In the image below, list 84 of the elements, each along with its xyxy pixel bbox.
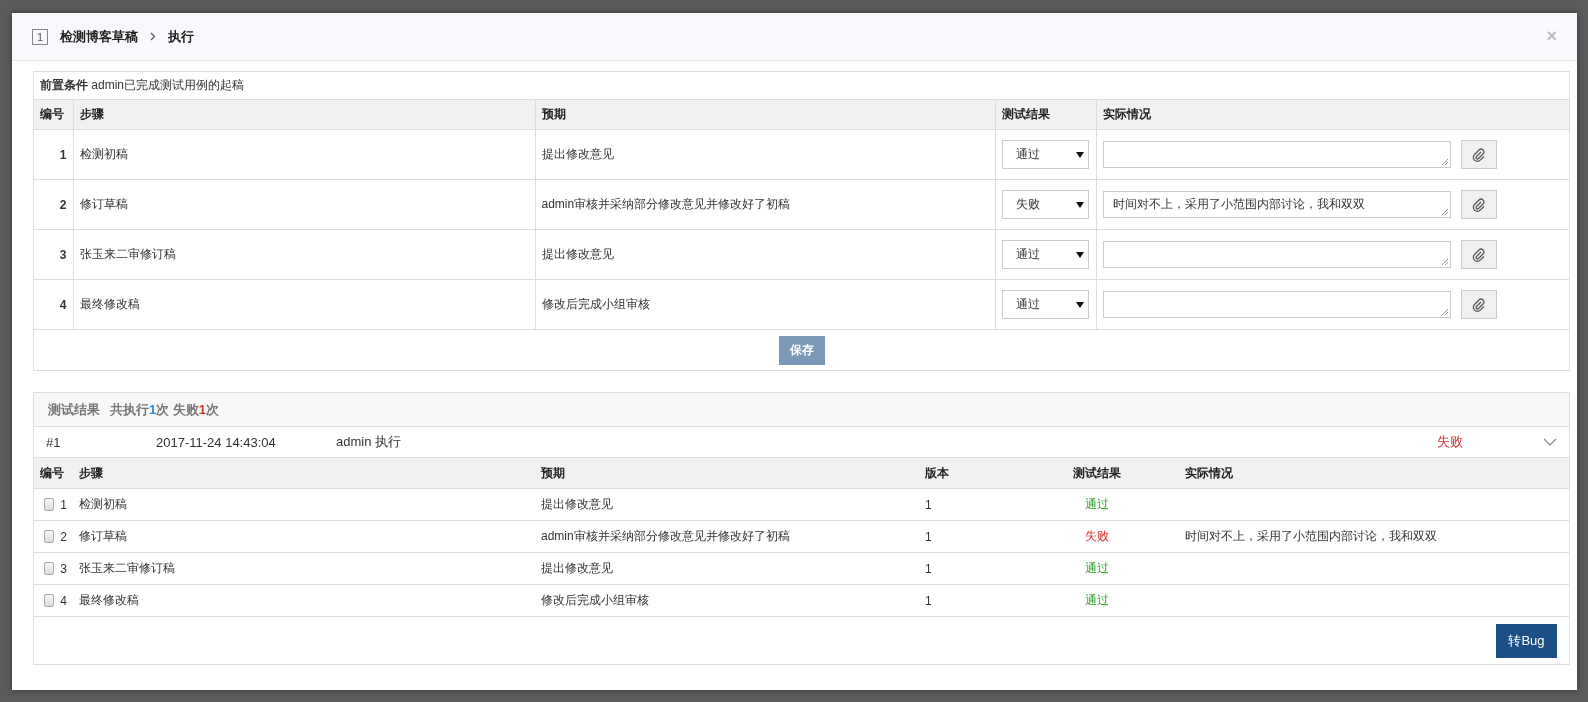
resize-grip-icon bbox=[1440, 258, 1449, 266]
dropdown-triangle-icon bbox=[1075, 151, 1084, 158]
run-number: #1 bbox=[46, 434, 62, 450]
paperclip-icon bbox=[1471, 197, 1486, 212]
step-number: 3 bbox=[60, 561, 67, 576]
expected-cell: admin审核并采纳部分修改意见并修改好了初稿 bbox=[535, 179, 995, 230]
step-number: 3 bbox=[34, 229, 73, 280]
case-id: 1 bbox=[32, 28, 49, 45]
column-header: 测试结果 bbox=[995, 100, 1096, 130]
step-cell: 检测初稿 bbox=[73, 488, 535, 521]
dialog-action: 执行 bbox=[168, 27, 195, 46]
run-time: 2017-11-24 14:43:04 bbox=[156, 434, 277, 450]
result-select[interactable]: 失败 bbox=[1001, 190, 1089, 219]
step-cell: 检测初稿 bbox=[73, 129, 535, 180]
results-summary: 共执行1次 失败1次 bbox=[110, 400, 220, 419]
result-cell: 通过 bbox=[1015, 488, 1179, 521]
step-cell: 张玉来二审修订稿 bbox=[73, 552, 535, 585]
step-number: 2 bbox=[34, 179, 73, 230]
step-cell: 最终修改稿 bbox=[73, 584, 535, 617]
actual-field[interactable] bbox=[1102, 141, 1451, 168]
column-header: 编号 bbox=[34, 458, 73, 489]
actual-field[interactable]: 时间对不上，采用了小范围内部讨论，我和双双 bbox=[1102, 191, 1451, 218]
run-executor: admin 执行 bbox=[336, 433, 402, 451]
step-number: 1 bbox=[34, 129, 73, 180]
attach-button[interactable] bbox=[1460, 140, 1497, 169]
resize-grip-icon bbox=[1440, 158, 1449, 166]
column-header: 预期 bbox=[535, 458, 919, 489]
resize-grip-icon bbox=[1440, 308, 1449, 316]
result-select[interactable]: 通过 bbox=[1001, 290, 1089, 319]
result-cell: 通过 bbox=[1015, 552, 1179, 585]
result-cell: 通过 bbox=[1015, 584, 1179, 617]
expected-cell: admin审核并采纳部分修改意见并修改好了初稿 bbox=[535, 520, 919, 553]
paperclip-icon bbox=[1471, 247, 1486, 262]
expected-cell: 提出修改意见 bbox=[535, 488, 919, 521]
result-cell: 失败 bbox=[1015, 520, 1179, 553]
step-cell: 张玉来二审修订稿 bbox=[73, 229, 535, 280]
row-checkbox[interactable] bbox=[44, 594, 55, 607]
column-header: 编号 bbox=[34, 100, 73, 130]
row-checkbox[interactable] bbox=[44, 530, 55, 543]
result-select[interactable]: 通过 bbox=[1001, 240, 1089, 269]
expected-cell: 提出修改意见 bbox=[535, 552, 919, 585]
row-checkbox[interactable] bbox=[44, 498, 55, 511]
paperclip-icon bbox=[1471, 147, 1486, 162]
dropdown-triangle-icon bbox=[1075, 201, 1084, 208]
to-bug-button[interactable]: 转Bug bbox=[1496, 624, 1557, 658]
version-cell: 1 bbox=[919, 584, 1015, 617]
actual-field[interactable] bbox=[1102, 291, 1451, 318]
column-header: 测试结果 bbox=[1015, 458, 1179, 489]
step-cell: 最终修改稿 bbox=[73, 279, 535, 330]
column-header: 版本 bbox=[919, 458, 1015, 489]
column-header: 实际情况 bbox=[1179, 458, 1569, 489]
attach-button[interactable] bbox=[1460, 240, 1497, 269]
result-select[interactable]: 通过 bbox=[1001, 140, 1089, 169]
column-header: 步骤 bbox=[73, 458, 535, 489]
column-header: 步骤 bbox=[73, 100, 535, 130]
version-cell: 1 bbox=[919, 488, 1015, 521]
actual-field[interactable] bbox=[1102, 241, 1451, 268]
attach-button[interactable] bbox=[1460, 190, 1497, 219]
run-result: 失败 bbox=[1437, 433, 1463, 451]
step-number: 2 bbox=[60, 529, 67, 544]
expected-cell: 提出修改意见 bbox=[535, 129, 995, 180]
version-cell: 1 bbox=[919, 552, 1015, 585]
results-title: 测试结果 bbox=[48, 400, 100, 419]
dropdown-triangle-icon bbox=[1075, 251, 1084, 258]
attach-button[interactable] bbox=[1460, 290, 1497, 319]
expected-cell: 修改后完成小组审核 bbox=[535, 279, 995, 330]
expected-cell: 修改后完成小组审核 bbox=[535, 584, 919, 617]
chevron-icon[interactable] bbox=[1543, 438, 1557, 446]
step-cell: 修订草稿 bbox=[73, 520, 535, 553]
expected-cell: 提出修改意见 bbox=[535, 229, 995, 280]
paperclip-icon bbox=[1471, 297, 1486, 312]
chevron-icon bbox=[150, 32, 157, 41]
step-number: 1 bbox=[60, 497, 67, 512]
step-number: 4 bbox=[34, 279, 73, 330]
column-header: 实际情况 bbox=[1096, 100, 1569, 130]
row-checkbox[interactable] bbox=[44, 562, 55, 575]
version-cell: 1 bbox=[919, 520, 1015, 553]
step-number: 4 bbox=[60, 593, 67, 608]
step-cell: 修订草稿 bbox=[73, 179, 535, 230]
column-header: 预期 bbox=[535, 100, 995, 130]
actual-cell: 时间对不上，采用了小范围内部讨论，我和双双 bbox=[1185, 529, 1437, 543]
dialog-title: 检测博客草稿 bbox=[60, 27, 139, 46]
dropdown-triangle-icon bbox=[1075, 301, 1084, 308]
resize-grip-icon bbox=[1440, 208, 1449, 216]
